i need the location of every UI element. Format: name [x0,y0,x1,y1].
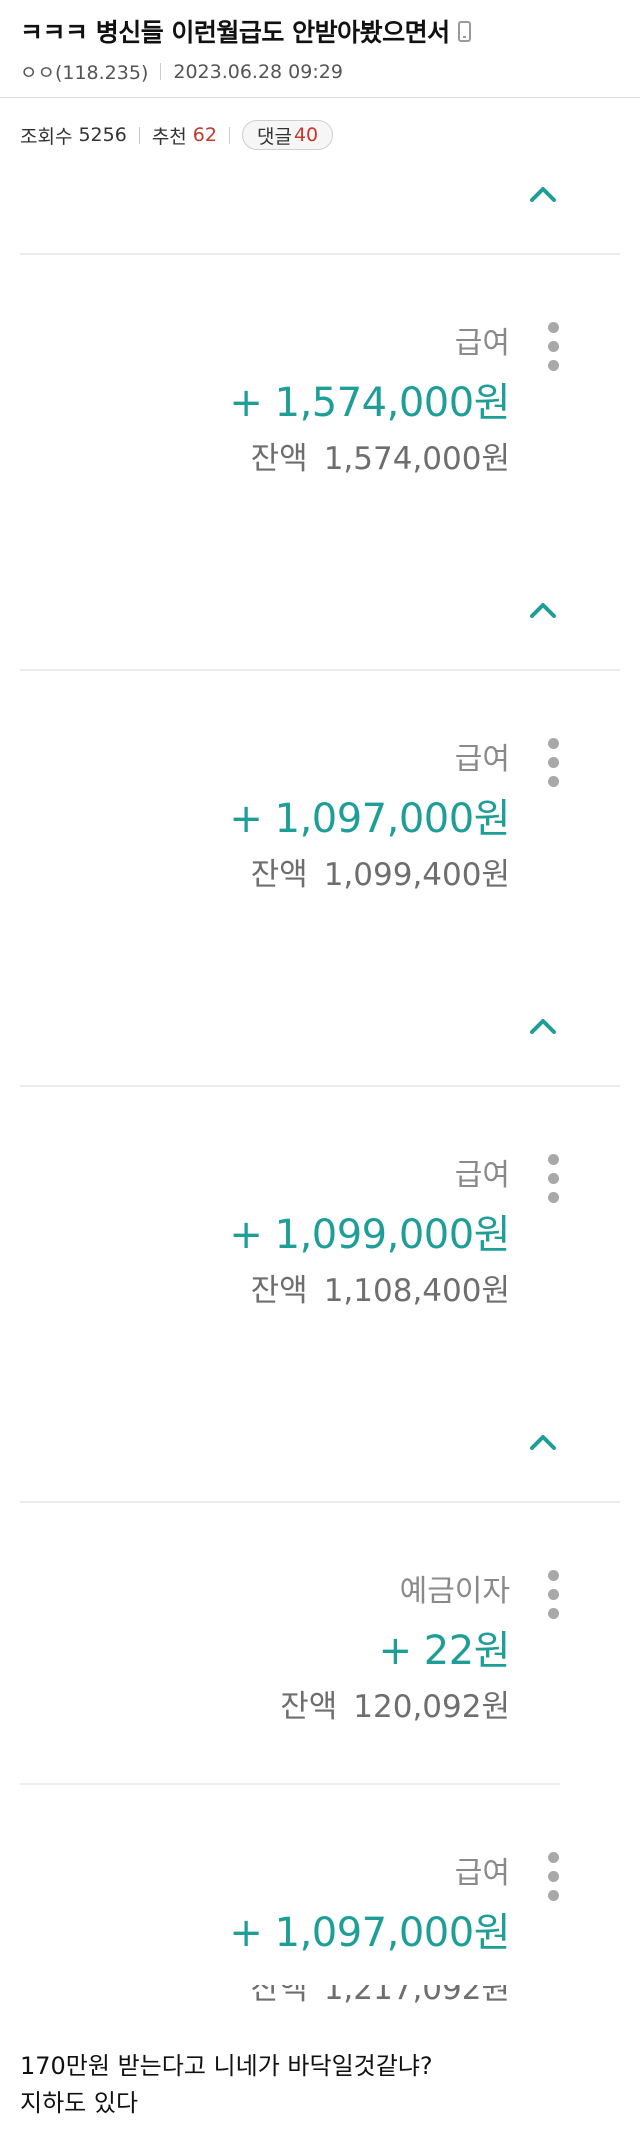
balance-value: 120,092원 [353,1689,510,1725]
transaction-balance: 잔액 1,099,400원 [251,849,510,894]
section-divider [20,253,620,255]
transaction-amount: + 1,099,000원 [229,1212,510,1258]
recommend-label: 추천 [151,125,187,148]
transaction-balance: 잔액 120,092원 [280,1681,510,1726]
transaction-amount: + 1,097,000원 [229,1910,510,1956]
transaction-label: 급여 [454,742,510,777]
screenshot-cutoff [0,1960,640,1985]
views-label: 조회수 [20,125,73,148]
kebab-menu-icon[interactable] [546,1852,560,1906]
balance-label: 잔액 [250,857,308,893]
balance-value: 1,574,000원 [323,441,510,477]
chevron-up-icon[interactable] [528,596,558,626]
comments-label: 댓글 [256,125,292,148]
chevron-up-icon[interactable] [528,180,558,210]
post-body-text: 170만원 받는다고 니네가 바닥일것같냐? 지하도 있다 [20,2048,433,2122]
transaction-amount: + 22원 [378,1628,511,1674]
transaction-amount: + 1,574,000원 [229,380,510,426]
section-divider [20,1783,560,1785]
transaction-label: 급여 [454,1856,510,1891]
section-divider [20,1501,620,1503]
post-datetime: 2023.06.28 09:29 [173,60,343,83]
post-title: ㅋㅋㅋ 병신들 이런월급도 안받아봤으면서 [20,13,471,49]
post-meta: ㅇㅇ(118.235) 2023.06.28 09:29 [20,58,343,85]
comments-count: 40 [293,124,319,146]
balance-value: 1,108,400원 [323,1273,510,1309]
kebab-menu-icon[interactable] [546,322,560,376]
transaction-label: 급여 [454,1158,510,1193]
section-divider [20,669,620,671]
kebab-menu-icon[interactable] [546,1570,560,1624]
mobile-phone-icon [457,20,471,42]
post-stats: 조회수 5256 추천 62 댓글 40 [20,118,334,152]
post-header: ㅋㅋㅋ 병신들 이런월급도 안받아봤으면서 ㅇㅇ(118.235) 2023.0… [0,0,640,98]
stats-divider [228,126,230,144]
body-line: 지하도 있다 [20,2089,139,2117]
balance-value: 1,099,400원 [323,857,510,893]
kebab-menu-icon[interactable] [546,738,560,792]
post-title-text: ㅋㅋㅋ 병신들 이런월급도 안받아봤으면서 [20,18,450,47]
recommend-count: 62 [192,124,217,146]
stats-divider [138,126,140,144]
chevron-up-icon[interactable] [528,1012,558,1042]
views-count: 5256 [78,124,127,146]
meta-divider [160,63,162,80]
section-divider [20,1085,620,1087]
chevron-up-icon[interactable] [528,1428,558,1458]
transaction-amount: + 1,097,000원 [229,796,510,842]
transaction-balance: 잔액 1,108,400원 [251,1265,510,1310]
post-author[interactable]: ㅇㅇ(118.235) [20,58,148,85]
balance-label: 잔액 [250,1273,308,1309]
body-line: 170만원 받는다고 니네가 바닥일것같냐? [20,2052,433,2080]
comments-button[interactable]: 댓글 40 [241,120,334,150]
balance-label: 잔액 [250,441,308,477]
balance-label: 잔액 [280,1689,338,1725]
bank-screenshot: 급여 + 1,574,000원 잔액 1,574,000원 급여 + 1,097,… [0,160,640,2007]
transaction-label: 급여 [454,326,510,361]
transaction-balance: 잔액 1,574,000원 [251,433,510,478]
kebab-menu-icon[interactable] [546,1154,560,1208]
transaction-label: 예금이자 [399,1574,510,1609]
